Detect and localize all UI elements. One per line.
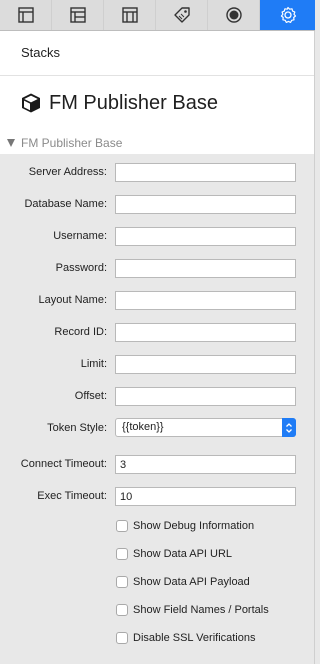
exec-timeout-input[interactable] bbox=[115, 487, 296, 506]
server-address-input[interactable] bbox=[115, 163, 296, 182]
disclosure-triangle-icon[interactable] bbox=[7, 139, 15, 147]
checkbox-label: Show Debug Information bbox=[133, 520, 255, 532]
inspector-toolbar bbox=[0, 0, 315, 31]
database-name-input[interactable] bbox=[115, 195, 296, 214]
show-debug-information-option[interactable]: Show Debug Information bbox=[116, 519, 254, 533]
tag-icon bbox=[173, 7, 190, 23]
token-style-select[interactable]: {{token}} bbox=[115, 418, 296, 437]
layout-name-label: Layout Name: bbox=[38, 294, 107, 306]
offset-label: Offset: bbox=[74, 390, 107, 402]
header-divider bbox=[0, 75, 315, 76]
tab-layout-columns[interactable] bbox=[104, 0, 156, 30]
show-field-names-portals-option[interactable]: Show Field Names / Portals bbox=[116, 603, 269, 617]
gear-icon bbox=[280, 6, 296, 23]
checkbox[interactable] bbox=[116, 632, 128, 644]
tab-layout[interactable] bbox=[0, 0, 52, 30]
database-name-label: Database Name: bbox=[24, 198, 107, 210]
connect-timeout-input[interactable] bbox=[115, 455, 296, 474]
checkbox[interactable] bbox=[116, 576, 128, 588]
stacks-label: Stacks bbox=[21, 45, 61, 60]
section-title: FM Publisher Base bbox=[21, 136, 123, 150]
show-data-api-url-option[interactable]: Show Data API URL bbox=[116, 547, 232, 561]
show-data-api-payload-option[interactable]: Show Data API Payload bbox=[116, 575, 250, 589]
panel-edge bbox=[314, 31, 315, 664]
offset-input[interactable] bbox=[115, 387, 296, 406]
stack-header: Stacks FM Publisher Base bbox=[0, 31, 315, 134]
password-input[interactable] bbox=[115, 259, 296, 278]
cube-icon bbox=[22, 93, 40, 113]
checkbox-label: Disable SSL Verifications bbox=[133, 632, 256, 644]
plugin-title: FM Publisher Base bbox=[49, 92, 218, 114]
record-id-label: Record ID: bbox=[54, 326, 107, 338]
token-style-label: Token Style: bbox=[47, 422, 107, 434]
password-label: Password: bbox=[55, 262, 107, 274]
checkbox[interactable] bbox=[116, 548, 128, 560]
checkbox-label: Show Data API Payload bbox=[133, 576, 250, 588]
record-id-input[interactable] bbox=[115, 323, 296, 342]
server-address-label: Server Address: bbox=[28, 166, 107, 178]
tab-settings[interactable] bbox=[260, 0, 315, 30]
select-arrows-icon[interactable] bbox=[282, 418, 296, 437]
tab-tags[interactable] bbox=[156, 0, 208, 30]
limit-label: Limit: bbox=[80, 358, 107, 370]
username-input[interactable] bbox=[115, 227, 296, 246]
checkbox-label: Show Field Names / Portals bbox=[133, 604, 269, 616]
settings-form: Server Address: Database Name: Username:… bbox=[0, 154, 315, 664]
tab-target[interactable] bbox=[208, 0, 260, 30]
username-label: Username: bbox=[53, 230, 107, 242]
token-style-value: {{token}} bbox=[122, 421, 164, 433]
checkbox[interactable] bbox=[116, 604, 128, 616]
section-disclosure[interactable]: FM Publisher Base bbox=[0, 134, 315, 154]
checkbox[interactable] bbox=[116, 520, 128, 532]
layout-columns-icon bbox=[121, 7, 138, 23]
layout-icon bbox=[17, 7, 34, 23]
checkbox-label: Show Data API URL bbox=[133, 548, 233, 560]
layout-split-icon bbox=[69, 7, 86, 23]
connect-timeout-label: Connect Timeout: bbox=[20, 458, 107, 470]
disable-ssl-verifications-option[interactable]: Disable SSL Verifications bbox=[116, 631, 256, 645]
exec-timeout-label: Exec Timeout: bbox=[37, 490, 107, 502]
tab-layout-split[interactable] bbox=[52, 0, 104, 30]
layout-name-input[interactable] bbox=[115, 291, 296, 310]
circle-target-icon bbox=[225, 7, 242, 23]
limit-input[interactable] bbox=[115, 355, 296, 374]
